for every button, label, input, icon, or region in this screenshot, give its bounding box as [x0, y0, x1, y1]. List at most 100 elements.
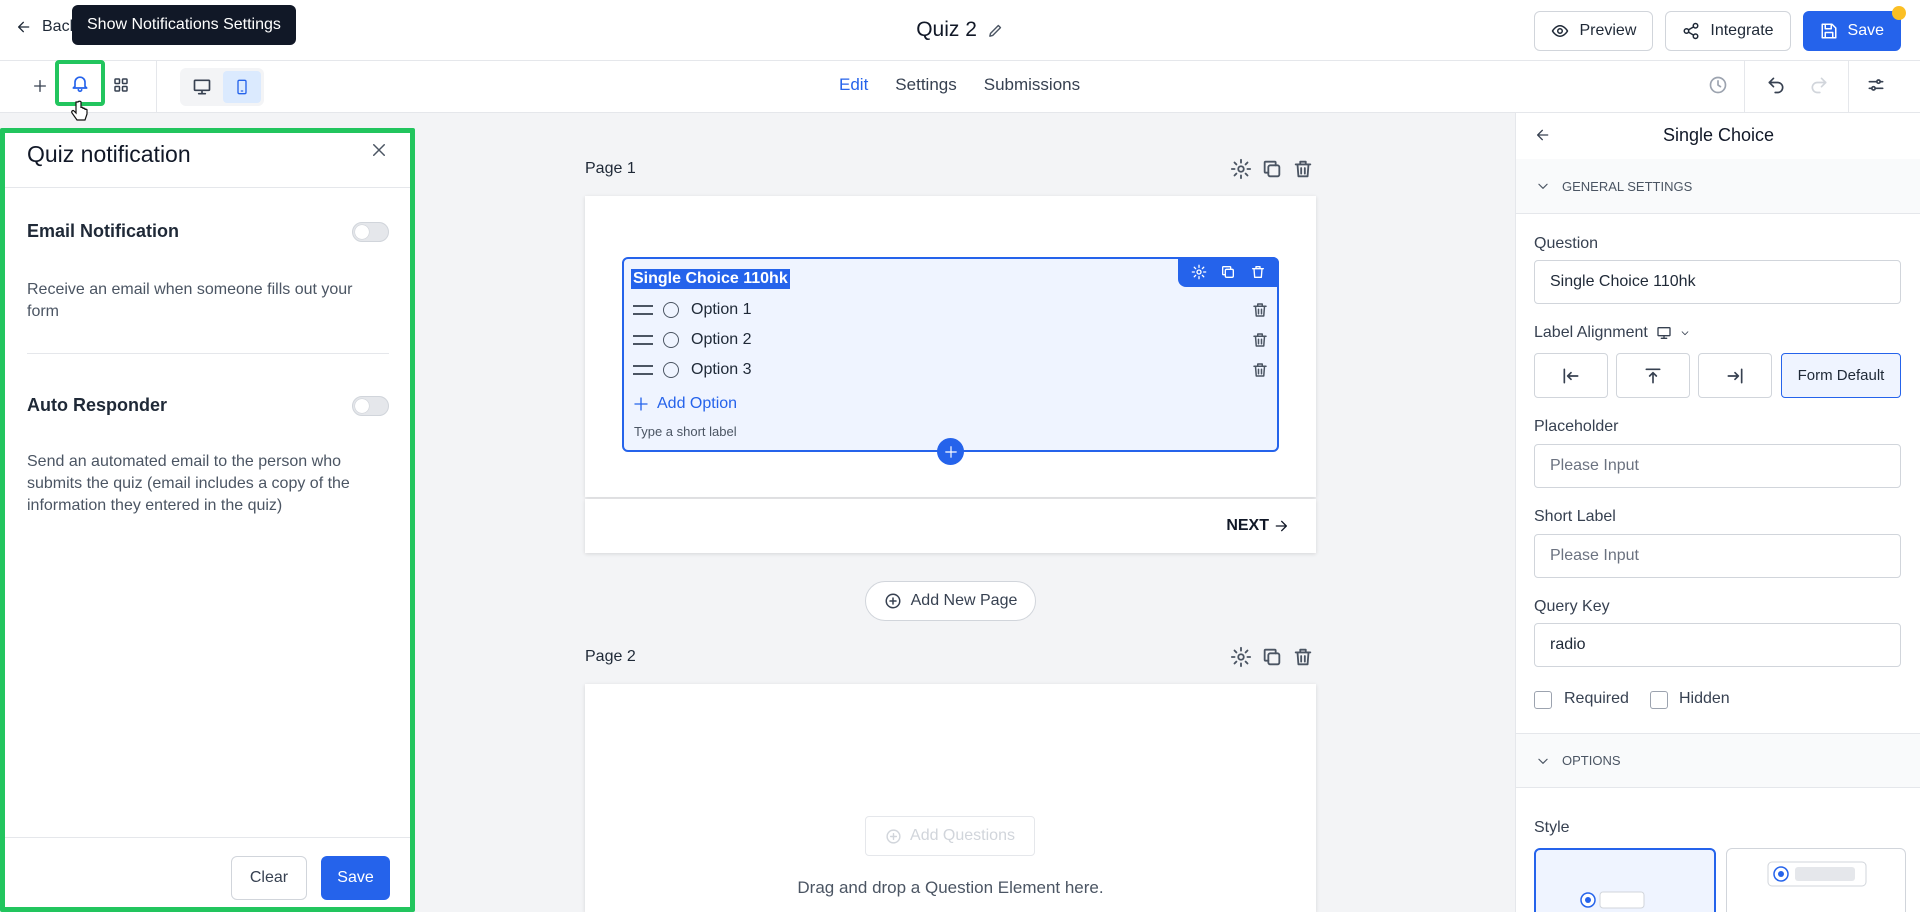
align-right-icon — [1727, 368, 1743, 383]
align-left-icon — [1563, 368, 1579, 383]
tab-settings[interactable]: Settings — [895, 75, 956, 95]
page-1-label: Page 1 — [585, 160, 636, 177]
toolbar-divider-far-right — [1848, 60, 1849, 112]
email-notification-toggle[interactable] — [352, 222, 389, 242]
trash-icon[interactable] — [1292, 158, 1314, 180]
clear-button[interactable]: Clear — [231, 856, 307, 900]
trash-icon[interactable] — [1292, 646, 1314, 668]
copy-icon[interactable] — [1261, 158, 1283, 180]
quiz-notification-panel: Quiz notification Email Notification Rec… — [0, 128, 415, 912]
option-label[interactable]: Option 2 — [691, 331, 751, 349]
question-copy-icon[interactable] — [1220, 264, 1236, 280]
integrate-button[interactable]: Integrate — [1665, 11, 1791, 51]
question-gear-icon[interactable] — [1191, 264, 1207, 280]
add-element-button[interactable] — [28, 74, 52, 98]
panel-footer-divider — [5, 837, 410, 838]
short-label-hint[interactable]: Type a short label — [634, 424, 737, 439]
option-trash-icon[interactable] — [1251, 331, 1269, 349]
option-row: Option 2 — [633, 330, 1269, 350]
drag-handle-icon[interactable] — [633, 365, 653, 375]
tab-submissions[interactable]: Submissions — [984, 75, 1080, 95]
radio-style-icon — [1580, 891, 1645, 909]
notifications-tooltip: Show Notifications Settings — [72, 5, 296, 45]
question-trash-icon[interactable] — [1250, 264, 1266, 280]
chevron-down-icon[interactable] — [1680, 328, 1690, 338]
auto-responder-toggle[interactable] — [352, 396, 389, 416]
toolbar-divider — [156, 60, 157, 112]
option-row: Option 3 — [633, 360, 1269, 380]
device-switch — [180, 68, 264, 106]
option-trash-icon[interactable] — [1251, 301, 1269, 319]
desktop-view-button[interactable] — [183, 71, 221, 103]
add-questions-label: Add Questions — [910, 827, 1015, 844]
panel-save-button[interactable]: Save — [321, 856, 390, 900]
integrate-label: Integrate — [1710, 22, 1774, 39]
properties-header: Single Choice — [1516, 113, 1920, 159]
preview-label: Preview — [1579, 22, 1637, 39]
add-questions-button[interactable]: Add Questions — [865, 816, 1035, 856]
panel-settings-button[interactable] — [1864, 73, 1888, 97]
align-form-default-button[interactable]: Form Default — [1781, 353, 1901, 398]
align-top-button[interactable] — [1616, 353, 1690, 398]
gear-icon[interactable] — [1230, 646, 1252, 668]
page-1-actions — [1230, 158, 1314, 180]
save-disk-icon — [1821, 23, 1837, 39]
drag-handle-icon[interactable] — [633, 335, 653, 345]
close-icon[interactable] — [370, 141, 388, 159]
pencil-icon[interactable] — [987, 22, 1004, 39]
option-trash-icon[interactable] — [1251, 361, 1269, 379]
sliders-icon — [1868, 79, 1884, 91]
redo-button[interactable] — [1807, 73, 1831, 97]
plus-icon — [944, 445, 957, 458]
radio-style-alt-icon — [1767, 861, 1867, 887]
redo-icon — [1811, 77, 1827, 94]
history-button[interactable] — [1706, 73, 1730, 97]
required-checkbox[interactable] — [1534, 691, 1552, 709]
add-new-page-label: Add New Page — [910, 592, 1018, 609]
panel-title: Quiz notification — [27, 141, 191, 167]
placeholder-input[interactable]: Please Input — [1534, 444, 1901, 488]
page-1-footer: NEXT — [585, 499, 1316, 553]
style-option-default[interactable] — [1534, 848, 1716, 912]
options-section[interactable]: OPTIONS — [1516, 733, 1920, 788]
copy-icon[interactable] — [1261, 646, 1283, 668]
style-option-alt[interactable] — [1726, 848, 1906, 912]
drop-zone-hint: Drag and drop a Question Element here. — [797, 878, 1104, 897]
query-key-label: Query Key — [1534, 598, 1610, 615]
bell-icon — [72, 76, 88, 93]
history-icon — [1709, 76, 1727, 94]
page-2-actions — [1230, 646, 1314, 668]
question-tools — [1178, 257, 1279, 287]
next-button[interactable]: NEXT — [1226, 517, 1289, 535]
query-key-input[interactable]: radio — [1534, 623, 1901, 667]
add-option-button[interactable]: Add Option — [633, 395, 737, 413]
save-button[interactable]: Save — [1802, 6, 1906, 51]
option-label[interactable]: Option 1 — [691, 301, 751, 319]
single-choice-question[interactable]: Single Choice 110hk Option 1 Option 2 Op… — [622, 257, 1279, 452]
align-left-button[interactable] — [1534, 353, 1608, 398]
panel-header: Quiz notification — [5, 133, 410, 188]
gear-icon[interactable] — [1230, 158, 1252, 180]
align-right-button[interactable] — [1698, 353, 1772, 398]
tab-edit[interactable]: Edit — [839, 75, 868, 95]
insert-question-button[interactable] — [937, 438, 964, 465]
general-settings-section[interactable]: GENERAL SETTINGS — [1516, 159, 1920, 214]
desktop-icon[interactable] — [1656, 325, 1672, 341]
radio-circle — [663, 302, 679, 318]
email-notification-description: Receive an email when someone fills out … — [27, 281, 353, 320]
question-input[interactable]: Single Choice 110hk — [1534, 260, 1901, 304]
options-section-title: OPTIONS — [1562, 753, 1621, 768]
hidden-checkbox[interactable] — [1650, 691, 1668, 709]
toolbar-divider-right — [1744, 60, 1745, 112]
layout-button[interactable] — [109, 73, 133, 97]
preview-button[interactable]: Preview — [1534, 11, 1654, 51]
question-title[interactable]: Single Choice 110hk — [631, 269, 790, 289]
add-new-page-button[interactable]: Add New Page — [865, 581, 1036, 621]
mobile-view-button[interactable] — [223, 71, 261, 103]
option-label[interactable]: Option 3 — [691, 361, 751, 379]
short-label-input[interactable]: Please Input — [1534, 534, 1901, 578]
unsaved-badge — [1892, 6, 1906, 20]
drag-handle-icon[interactable] — [633, 305, 653, 315]
hand-cursor-icon — [71, 100, 88, 121]
undo-button[interactable] — [1764, 73, 1788, 97]
